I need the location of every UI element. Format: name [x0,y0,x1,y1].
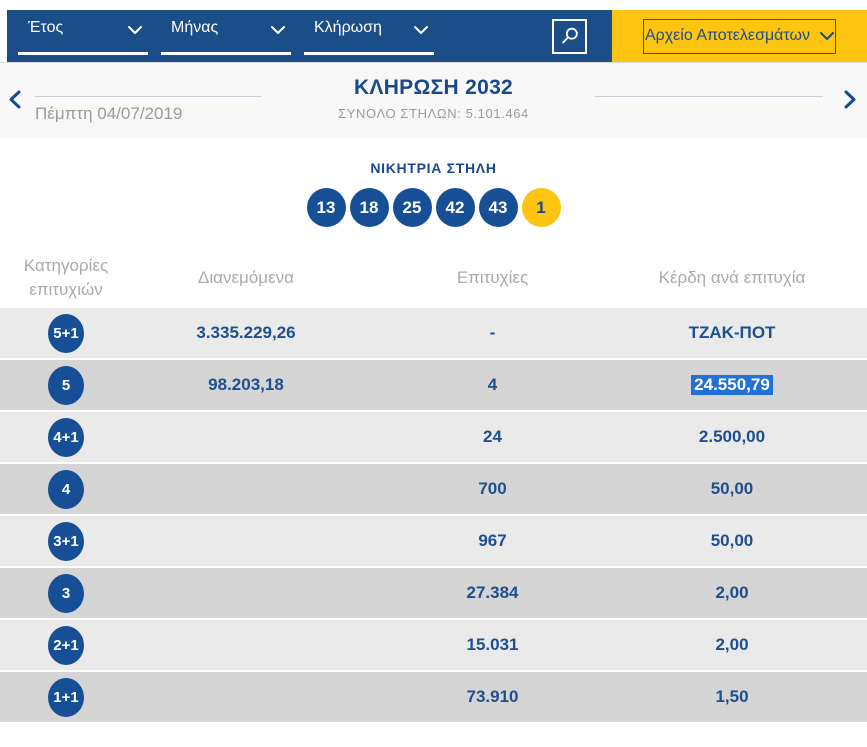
total-columns: ΣΥΝΟΛΟ ΣΤΗΛΩΝ: 5.101.464 [0,106,867,121]
chevron-right-icon [844,90,856,109]
prize-value: ΤΖΑΚ-ΠΟΤ [688,323,776,342]
total-columns-label: ΣΥΝΟΛΟ ΣΤΗΛΩΝ: [338,106,462,121]
category-cell: 3+1 [0,521,132,561]
results-table-header: Κατηγορίες επιτυχιών Διανεμόμενα Επιτυχί… [0,248,867,308]
archive-area: Αρχείο Αποτελεσμάτων [612,10,867,62]
header-winners: Επιτυχίες [456,268,529,287]
table-row: 4+1 24 2.500,00 [0,412,867,462]
distributed-cell: 3.335.229,26 [196,323,296,342]
winners-cell: 700 [478,479,507,498]
category-cell: 4 [0,469,132,509]
winners-cell: 27.384 [466,583,519,602]
winning-number: 25 [392,188,432,227]
prize-value: 50,00 [710,479,754,498]
results-table-body: 5+1 3.335.229,26 - ΤΖΑΚ-ΠΟΤ 5 98.203,18 … [0,308,867,722]
prize-cell: 24.550,79 [625,375,839,395]
total-columns-value: 5.101.464 [465,106,529,121]
winners-cell: 4 [487,375,498,394]
category-cell: 4+1 [0,417,132,457]
winning-number: 13 [306,188,346,227]
magnifier-icon [559,25,581,47]
search-button[interactable] [552,18,587,54]
header-categories: Κατηγορίες επιτυχιών [23,256,109,299]
table-row: 4 700 50,00 [0,464,867,514]
winning-number: 42 [435,188,475,227]
filter-bar-blue: Έτος Μήνας Κλήρωση [7,10,612,62]
category-cell: 2+1 [0,625,132,665]
category-badge: 5+1 [48,313,84,353]
year-dropdown-label: Έτος [28,19,64,36]
table-row: 5 98.203,18 4 24.550,79 [0,360,867,410]
category-badge: 4 [48,469,84,509]
prize-value: 24.550,79 [691,375,773,395]
table-row: 3+1 967 50,00 [0,516,867,566]
winners-cell: 73.910 [466,687,519,706]
table-row: 2+1 15.031 2,00 [0,620,867,670]
winners-cell: 24 [483,427,502,446]
category-cell: 1+1 [0,677,132,717]
prize-cell: 50,00 [625,531,839,551]
table-row: 3 27.384 2,00 [0,568,867,618]
table-row: 1+1 73.910 1,50 [0,672,867,722]
prize-cell: 2,00 [625,583,839,603]
month-dropdown[interactable]: Μήνας [161,17,291,55]
filter-bar: Έτος Μήνας Κλήρωση Αρχείο Αποτελεσμάτων [0,10,867,62]
chevron-down-icon [414,26,428,35]
prize-value: 2,00 [715,583,749,602]
winners-cell: 967 [478,531,507,550]
category-badge: 3+1 [48,521,84,561]
header-prize: Κέρδη ανά επιτυχία [658,268,806,287]
prize-cell: ΤΖΑΚ-ΠΟΤ [625,323,839,343]
prize-value: 2,00 [715,635,749,654]
winners-cell: - [489,323,496,342]
category-badge: 3 [48,573,84,613]
left-margin [0,10,7,62]
next-draw-info [595,96,823,97]
prize-cell: 50,00 [625,479,839,499]
winning-number: 1 [521,188,561,227]
prize-cell: 2.500,00 [625,427,839,447]
winning-numbers: 13 18 25 42 43 1 [0,188,867,227]
prize-cell: 1,50 [625,687,839,707]
winning-number: 43 [478,188,518,227]
category-badge: 1+1 [48,677,84,717]
category-badge: 5 [48,365,84,405]
header-distributed: Διανεμόμενα [198,268,294,287]
category-cell: 5 [0,365,132,405]
draw-dropdown-label: Κλήρωση [314,19,382,36]
prize-value: 2.500,00 [698,427,766,446]
results-table: Κατηγορίες επιτυχιών Διανεμόμενα Επιτυχί… [0,248,867,722]
archive-results-button[interactable]: Αρχείο Αποτελεσμάτων [643,18,836,54]
winning-number: 18 [349,188,389,227]
next-draw-button[interactable] [844,90,856,109]
prize-value: 50,00 [710,531,754,550]
winning-column-section: ΝΙΚΗΤΡΙΑ ΣΤΗΛΗ 13 18 25 42 43 1 [0,139,867,227]
chevron-down-icon [128,26,142,35]
category-badge: 4+1 [48,417,84,457]
prize-value: 1,50 [715,687,749,706]
prize-cell: 2,00 [625,635,839,655]
distributed-cell: 98.203,18 [208,375,284,394]
archive-results-label: Αρχείο Αποτελεσμάτων [645,27,810,44]
category-cell: 3 [0,573,132,613]
winning-column-heading: ΝΙΚΗΤΡΙΑ ΣΤΗΛΗ [370,160,497,176]
winners-cell: 15.031 [466,635,519,654]
category-badge: 2+1 [48,625,84,665]
table-row: 5+1 3.335.229,26 - ΤΖΑΚ-ΠΟΤ [0,308,867,358]
category-cell: 5+1 [0,313,132,353]
draw-navigation: Πέμπτη 04/07/2019 ΚΛΗΡΩΣΗ 2032 ΣΥΝΟΛΟ ΣΤ… [0,62,867,139]
year-dropdown[interactable]: Έτος [18,17,148,55]
chevron-down-icon [271,26,285,35]
draw-dropdown[interactable]: Κλήρωση [304,17,434,55]
chevron-down-icon [820,31,834,41]
draw-header: ΚΛΗΡΩΣΗ 2032 ΣΥΝΟΛΟ ΣΤΗΛΩΝ: 5.101.464 [0,76,867,121]
month-dropdown-label: Μήνας [171,19,219,36]
